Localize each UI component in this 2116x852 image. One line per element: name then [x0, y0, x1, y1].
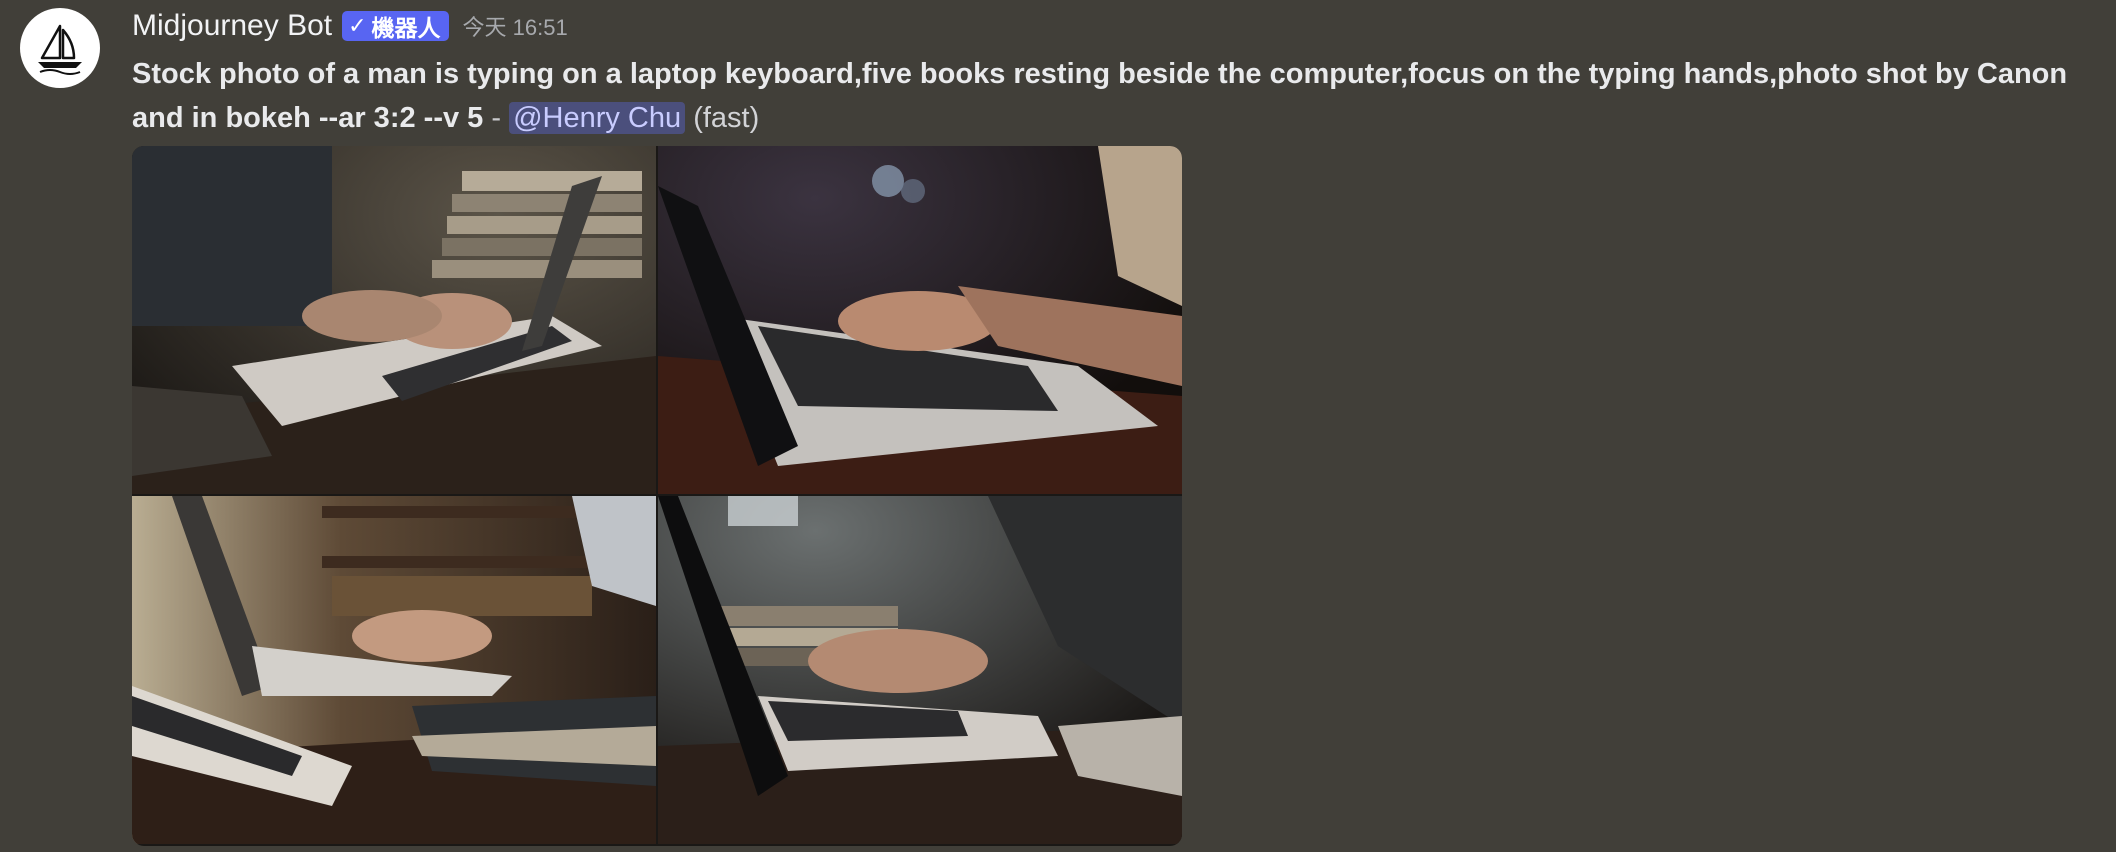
chat-message: Midjourney Bot ✓ 機器人 今天 16:51 Stock phot…	[0, 0, 2116, 852]
image-grid[interactable]	[132, 146, 1182, 846]
message-timestamp[interactable]: 今天 16:51	[463, 10, 568, 42]
author-name[interactable]: Midjourney Bot	[132, 9, 332, 43]
message-body: Stock photo of a man is typing on a lapt…	[132, 52, 2092, 140]
bot-badge: ✓ 機器人	[342, 11, 449, 41]
separator: -	[483, 102, 510, 134]
user-mention[interactable]: @Henry Chu	[509, 102, 686, 134]
message-header: Midjourney Bot ✓ 機器人 今天 16:51	[132, 6, 2092, 46]
verified-check-icon: ✓	[348, 12, 367, 38]
grid-image-1[interactable]	[132, 146, 656, 494]
prompt-text: Stock photo of a man is typing on a lapt…	[132, 58, 2068, 134]
grid-image-2[interactable]	[658, 146, 1182, 494]
author-avatar[interactable]	[20, 8, 100, 88]
generation-mode: (fast)	[685, 102, 760, 134]
midjourney-sailboat-icon	[38, 24, 82, 75]
message-content: Midjourney Bot ✓ 機器人 今天 16:51 Stock phot…	[132, 6, 2092, 846]
grid-image-4[interactable]	[658, 496, 1182, 844]
grid-image-3[interactable]	[132, 496, 656, 844]
bot-badge-label: 機器人	[371, 14, 441, 41]
